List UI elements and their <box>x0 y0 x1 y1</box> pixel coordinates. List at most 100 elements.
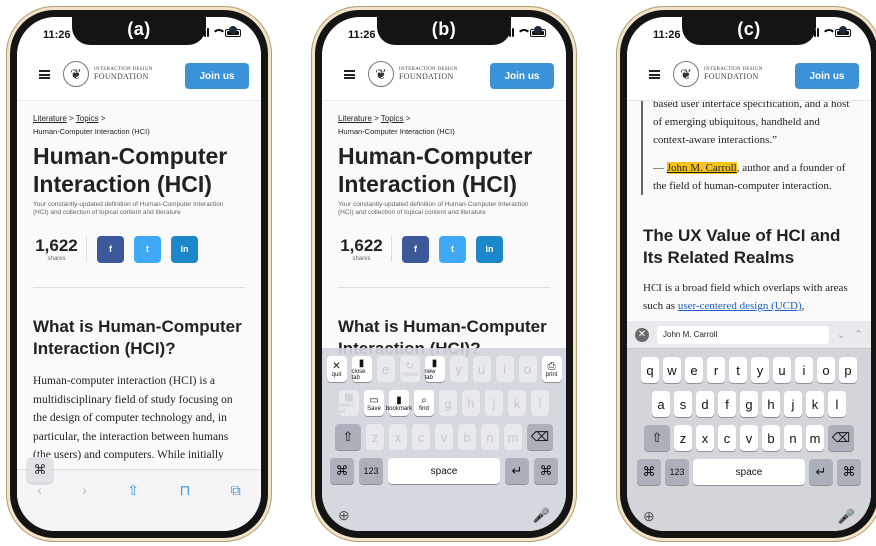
key-v[interactable]: v <box>435 424 453 450</box>
tabs-icon[interactable]: ⧉ <box>231 482 241 499</box>
site-logo[interactable]: ❦ INTERACTION DESIGN FOUNDATION <box>63 61 153 87</box>
key-m[interactable]: m <box>504 424 522 450</box>
key-b[interactable]: b <box>458 424 476 450</box>
facebook-share-button[interactable]: f <box>402 235 429 263</box>
key-i[interactable]: i <box>795 357 813 383</box>
key-i[interactable]: i <box>495 356 514 382</box>
facebook-share-button[interactable]: f <box>97 235 124 263</box>
key-z[interactable]: z <box>674 425 692 451</box>
linkedin-share-button[interactable]: in <box>476 235 503 263</box>
globe-icon[interactable]: ⊕ <box>338 507 350 524</box>
menu-icon[interactable] <box>344 70 355 79</box>
site-logo[interactable]: ❦ INTERACTION DESIGN FOUNDATION <box>673 61 763 87</box>
twitter-share-button[interactable]: t <box>134 235 161 263</box>
reload-key[interactable]: ↻ reload <box>399 356 420 382</box>
key-j[interactable]: j <box>485 390 503 416</box>
key-f[interactable]: f <box>718 391 736 417</box>
command-key[interactable]: ⌘ <box>637 459 661 485</box>
microphone-icon[interactable]: 🎤 <box>533 507 550 524</box>
numbers-key[interactable]: 123 <box>359 458 383 484</box>
bookmarks-icon[interactable]: ⊓ <box>179 482 190 499</box>
return-key[interactable]: ↵ <box>809 459 833 485</box>
key-k[interactable]: k <box>508 390 526 416</box>
key-u[interactable]: u <box>773 357 791 383</box>
key-t[interactable]: t <box>729 357 747 383</box>
key-k[interactable]: k <box>806 391 824 417</box>
share-icon[interactable]: ⇧ <box>127 482 139 499</box>
close-tab-key[interactable]: ▮ close tab <box>351 356 372 382</box>
backspace-key[interactable]: ⌫ <box>527 424 553 450</box>
key-e[interactable]: e <box>685 357 703 383</box>
key-y[interactable]: y <box>751 357 769 383</box>
forward-icon[interactable]: › <box>82 482 87 498</box>
microphone-icon[interactable]: 🎤 <box>838 508 855 525</box>
back-icon[interactable]: ‹ <box>37 482 42 498</box>
key-r[interactable]: r <box>707 357 725 383</box>
chevron-up-icon[interactable]: ⌃ <box>854 328 863 341</box>
key-n[interactable]: n <box>784 425 802 451</box>
key-v[interactable]: v <box>740 425 758 451</box>
join-us-button[interactable]: Join us <box>185 63 249 89</box>
key-u[interactable]: u <box>472 356 491 382</box>
new-tab-key[interactable]: ▮ new tab <box>424 356 445 382</box>
bookmark-key[interactable]: ▮ bookmark <box>386 390 412 416</box>
key-g[interactable]: g <box>439 390 457 416</box>
ucd-link[interactable]: user-centered design (UCD) <box>678 300 802 312</box>
twitter-share-button[interactable]: t <box>439 235 466 263</box>
key-b[interactable]: b <box>762 425 780 451</box>
key-m[interactable]: m <box>806 425 824 451</box>
shift-key[interactable]: ⇧ <box>644 425 670 451</box>
key-a[interactable]: a <box>652 391 670 417</box>
command-key-right[interactable]: ⌘ <box>837 459 861 485</box>
key-n[interactable]: n <box>481 424 499 450</box>
key-j[interactable]: j <box>784 391 802 417</box>
suggestion-field[interactable]: John M. Carroll <box>657 325 829 344</box>
print-key[interactable]: ⎙ print <box>541 356 562 382</box>
key-g[interactable]: g <box>740 391 758 417</box>
shift-key[interactable]: ⇧ <box>335 424 361 450</box>
clear-icon[interactable]: ✕ <box>635 327 649 342</box>
key-h[interactable]: h <box>762 391 780 417</box>
key-d[interactable]: d <box>696 391 714 417</box>
key-p[interactable]: p <box>839 357 857 383</box>
menu-icon[interactable] <box>649 70 660 79</box>
key-s[interactable]: s <box>674 391 692 417</box>
highlighted-author[interactable]: John M. Carroll <box>666 162 737 174</box>
breadcrumb-literature[interactable]: Literature <box>33 114 67 123</box>
key-o[interactable]: o <box>518 356 537 382</box>
command-key[interactable]: ⌘ <box>330 458 354 484</box>
select-all-key[interactable]: ▦ select all <box>339 390 359 416</box>
command-key-right[interactable]: ⌘ <box>534 458 558 484</box>
key-q[interactable]: q <box>641 357 659 383</box>
backspace-key[interactable]: ⌫ <box>828 425 854 451</box>
key-l[interactable]: l <box>828 391 846 417</box>
key-h[interactable]: h <box>462 390 480 416</box>
save-key[interactable]: ▭ Save <box>364 390 384 416</box>
find-key[interactable]: ⌕ find <box>414 390 434 416</box>
key-x[interactable]: x <box>389 424 407 450</box>
quit-key[interactable]: ✕ quit <box>326 356 347 382</box>
key-c[interactable]: c <box>412 424 430 450</box>
command-key-icon[interactable]: ⌘ <box>27 457 53 483</box>
join-us-button[interactable]: Join us <box>490 63 554 89</box>
key-l[interactable]: l <box>531 390 549 416</box>
join-us-button[interactable]: Join us <box>795 63 859 89</box>
space-key[interactable]: space <box>693 459 805 485</box>
numbers-key[interactable]: 123 <box>665 459 689 485</box>
key-o[interactable]: o <box>817 357 835 383</box>
return-key[interactable]: ↵ <box>505 458 529 484</box>
key-w[interactable]: w <box>663 357 681 383</box>
breadcrumb-topics[interactable]: Topics <box>381 114 404 123</box>
chevron-down-icon[interactable]: ⌄ <box>837 328 846 341</box>
breadcrumb-topics[interactable]: Topics <box>76 114 99 123</box>
globe-icon[interactable]: ⊕ <box>643 508 655 525</box>
key-c[interactable]: c <box>718 425 736 451</box>
menu-icon[interactable] <box>39 70 50 79</box>
linkedin-share-button[interactable]: in <box>171 235 198 263</box>
key-y[interactable]: y <box>449 356 468 382</box>
breadcrumb-literature[interactable]: Literature <box>338 114 372 123</box>
key-x[interactable]: x <box>696 425 714 451</box>
key-e[interactable]: e <box>376 356 395 382</box>
space-key[interactable]: space <box>388 458 500 484</box>
site-logo[interactable]: ❦ INTERACTION DESIGN FOUNDATION <box>368 61 458 87</box>
